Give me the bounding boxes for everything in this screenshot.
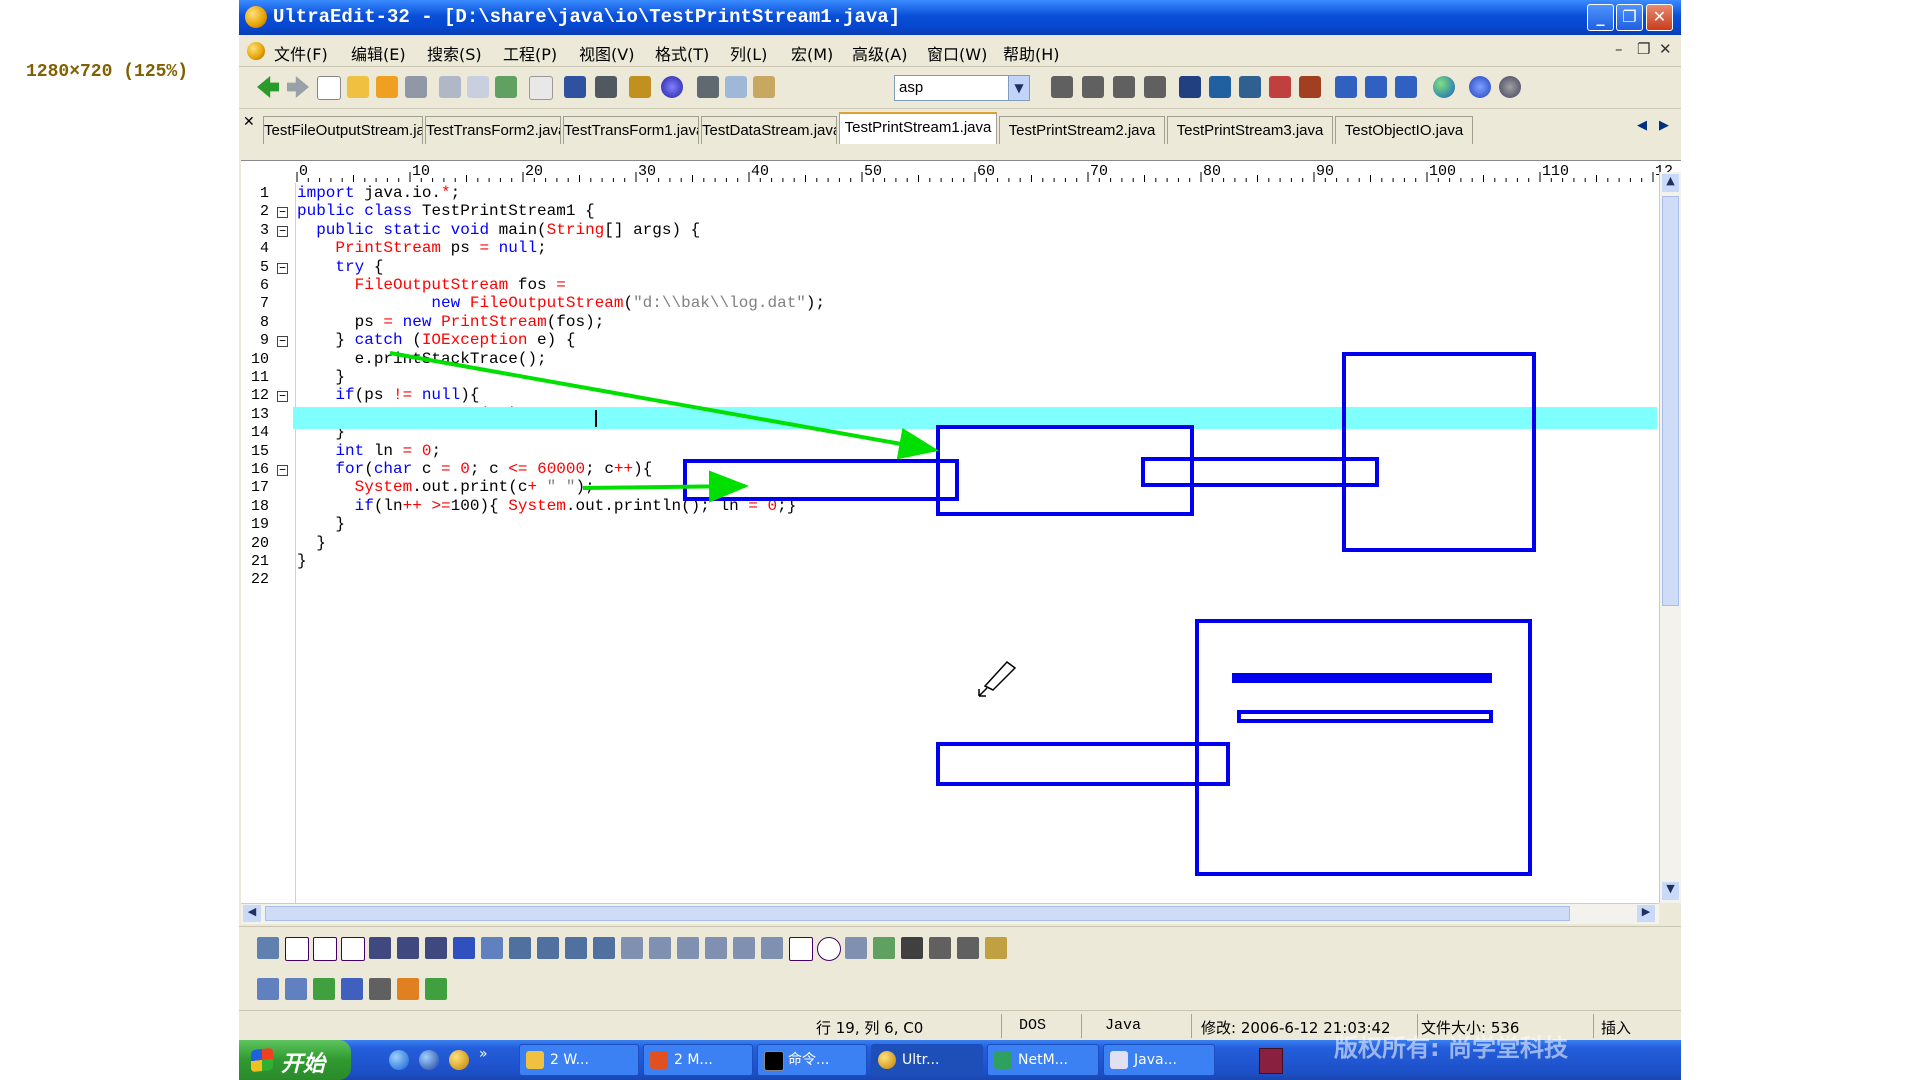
annotation-line-filled [1232,673,1492,683]
annotation-line-outline [1237,710,1493,723]
annotation-arrow-ps [389,351,939,460]
annotation-box-file [1342,352,1536,552]
annotation-overlay [389,351,1536,876]
annotation-pipe-bottom [936,742,1230,786]
annotation-box-console [1195,619,1532,876]
annotation-pipe-right [1141,457,1379,487]
annotation-box-fileoutputstream [936,425,1194,516]
pencil-cursor-icon [978,660,1017,697]
annotation-arrow-setout [582,470,749,503]
annotation-pipe-printstream [683,459,959,501]
